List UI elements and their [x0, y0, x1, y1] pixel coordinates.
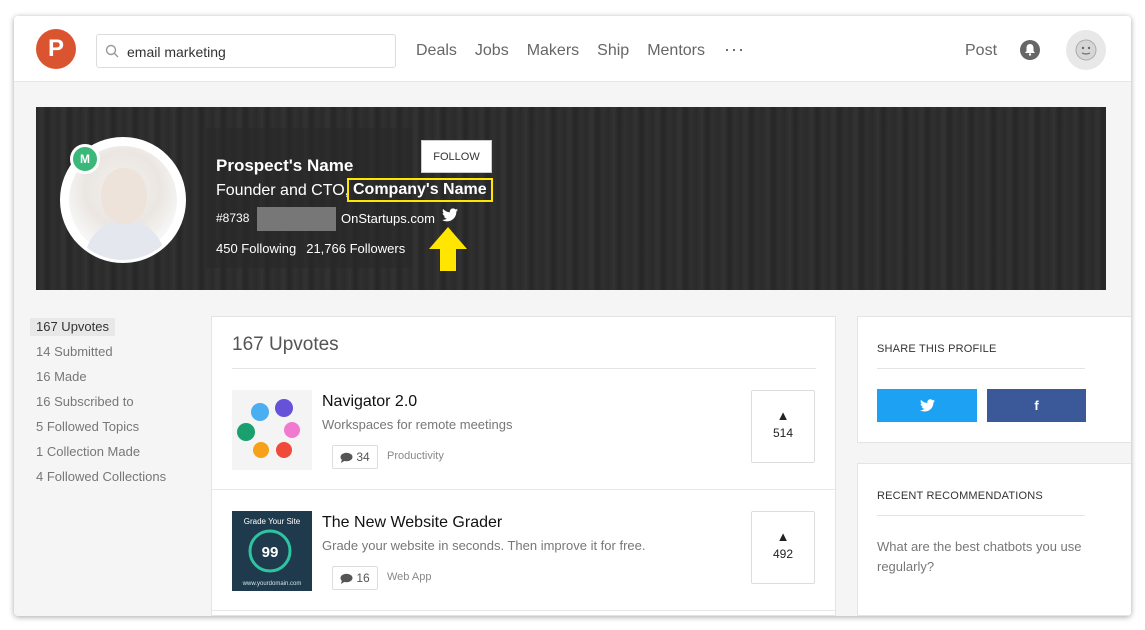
followers-count[interactable]: 21,766 Followers	[306, 241, 405, 256]
notifications-button[interactable]	[1020, 40, 1040, 60]
upvote-button[interactable]: ▲ 514	[751, 390, 815, 463]
website-grader-thumbnail[interactable]: Grade Your Site 99 www.yourdomain.com	[232, 511, 312, 591]
twitter-icon[interactable]	[442, 208, 458, 222]
twitter-icon	[919, 399, 935, 412]
sidebar-item-subscribed[interactable]: 16 Subscribed to	[30, 393, 190, 418]
yellow-arrow-annotation	[429, 227, 467, 271]
sidebar-item-upvotes[interactable]: 167 Upvotes	[30, 318, 115, 336]
profile-rank: #8738	[216, 211, 250, 225]
share-facebook-button[interactable]: f	[987, 389, 1086, 422]
thumb-grade-domain: www.yourdomain.com	[242, 581, 302, 587]
profile-name: Prospect's Name	[216, 156, 354, 175]
nav-ship[interactable]: Ship	[597, 42, 629, 60]
comments-count: 16	[356, 571, 370, 585]
sidebar-item-collection-made[interactable]: 1 Collection Made	[30, 443, 190, 468]
user-avatar[interactable]	[1066, 30, 1106, 70]
list-title: 167 Upvotes	[232, 334, 339, 355]
comment-bubble-icon	[340, 452, 353, 463]
search-input[interactable]	[127, 42, 387, 62]
nav-deals[interactable]: Deals	[416, 42, 457, 60]
sidebar-item-submitted[interactable]: 14 Submitted	[30, 343, 190, 368]
post-title[interactable]: The New Website Grader	[322, 514, 502, 532]
comments-button[interactable]: 16	[332, 566, 378, 590]
sidebar-item-made[interactable]: 16 Made	[30, 368, 190, 393]
comment-bubble-icon	[340, 573, 353, 584]
company-name-highlight: Company's Name	[347, 178, 493, 202]
smiley-avatar-icon	[1075, 39, 1097, 61]
list-item[interactable]: Navigator 2.0 Workspaces for remote meet…	[212, 369, 835, 490]
nav-mentors[interactable]: Mentors	[647, 42, 705, 60]
facebook-icon: f	[1034, 398, 1039, 413]
post-title[interactable]: Navigator 2.0	[322, 393, 417, 411]
recommendations-divider	[877, 515, 1085, 516]
thumb-grade-title: Grade Your Site	[244, 517, 301, 526]
bell-icon	[1025, 44, 1035, 56]
post-topic[interactable]: Productivity	[387, 450, 444, 462]
share-twitter-button[interactable]	[877, 389, 977, 422]
recommendation-link[interactable]: What are the best chatbots you use regul…	[877, 537, 1087, 577]
share-divider	[877, 368, 1085, 369]
comments-count: 34	[356, 450, 370, 464]
nav-jobs[interactable]: Jobs	[475, 42, 509, 60]
more-menu-icon[interactable]: ···	[724, 39, 745, 60]
upvote-button[interactable]: ▲ 492	[751, 511, 815, 584]
share-heading: SHARE THIS PROFILE	[877, 343, 997, 355]
maker-badge: M	[70, 144, 100, 174]
sidebar-item-followed-topics[interactable]: 5 Followed Topics	[30, 418, 190, 443]
comments-button[interactable]: 34	[332, 445, 378, 469]
photo-face	[101, 168, 147, 224]
following-count[interactable]: 450 Following	[216, 241, 296, 256]
upvote-arrow-icon: ▲	[776, 408, 790, 423]
post-tagline: Grade your website in seconds. Then impr…	[322, 538, 646, 553]
top-navigation-bar: P Deals Jobs Makers Ship Mentors ··· Pos…	[14, 16, 1131, 82]
post-topic[interactable]: Web App	[387, 571, 431, 583]
profile-website-link[interactable]: OnStartups.com	[341, 211, 435, 226]
product-hunt-logo[interactable]: P	[36, 29, 76, 69]
redacted-username	[257, 207, 336, 231]
photo-body	[85, 220, 165, 260]
nav-makers[interactable]: Makers	[527, 42, 579, 60]
sidebar-item-followed-collections[interactable]: 4 Followed Collections	[30, 468, 190, 493]
search-icon	[105, 44, 119, 58]
browser-window: P Deals Jobs Makers Ship Mentors ··· Pos…	[14, 16, 1131, 616]
search-box[interactable]	[96, 34, 396, 68]
upvotes-list-panel: 167 Upvotes Navigator 2.0 Workspaces for…	[211, 316, 836, 616]
upvote-arrow-icon: ▲	[776, 529, 790, 544]
profile-sidebar-menu: 167 Upvotes 14 Submitted 16 Made 16 Subs…	[30, 318, 190, 493]
recent-recommendations-card: RECENT RECOMMENDATIONS What are the best…	[857, 463, 1131, 616]
follow-button[interactable]: FOLLOW	[421, 140, 492, 173]
share-profile-card: SHARE THIS PROFILE f	[857, 316, 1131, 443]
main-nav: Deals Jobs Makers Ship Mentors	[416, 42, 723, 60]
navigator-thumbnail[interactable]	[232, 390, 312, 470]
profile-headline: Founder and CTO,	[216, 182, 350, 199]
list-item[interactable]: Grade Your Site 99 www.yourdomain.com Th…	[212, 490, 835, 611]
post-tagline: Workspaces for remote meetings	[322, 417, 513, 432]
upvote-count: 514	[772, 426, 794, 440]
post-button[interactable]: Post	[965, 42, 997, 60]
profile-header: M Prospect's Name FOLLOW Founder and CTO…	[36, 107, 1106, 290]
upvote-count: 492	[772, 547, 794, 561]
follow-counts: 450 Following 21,766 Followers	[216, 241, 415, 256]
recommendations-heading: RECENT RECOMMENDATIONS	[877, 490, 1043, 502]
thumb-grade-score: 99	[262, 544, 279, 561]
